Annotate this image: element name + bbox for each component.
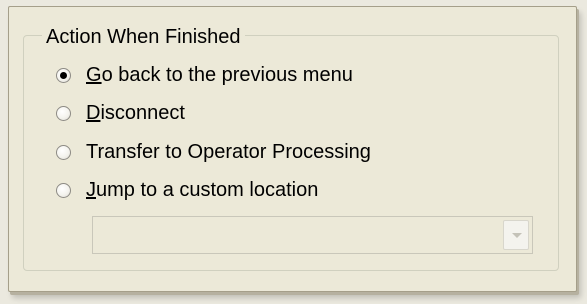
radio-transfer-operator[interactable]: Transfer to Operator Processing [56, 140, 371, 164]
radio-button[interactable] [56, 182, 71, 198]
radio-label: Go back to the previous menu [86, 64, 353, 86]
radio-disconnect[interactable]: Disconnect [56, 101, 185, 125]
radio-button[interactable] [56, 144, 71, 160]
custom-location-dropdown[interactable] [92, 216, 533, 254]
radio-label: Disconnect [86, 102, 185, 124]
radio-go-back[interactable]: Go back to the previous menu [56, 63, 353, 87]
radio-label: Jump to a custom location [86, 179, 319, 201]
radio-button[interactable] [56, 67, 71, 83]
dropdown-button[interactable] [503, 220, 529, 250]
radio-button[interactable] [56, 105, 71, 121]
radio-jump-custom[interactable]: Jump to a custom location [56, 178, 318, 202]
radio-label: Transfer to Operator Processing [86, 141, 371, 163]
chevron-down-icon [512, 233, 522, 238]
group-title: Action When Finished [42, 26, 245, 48]
